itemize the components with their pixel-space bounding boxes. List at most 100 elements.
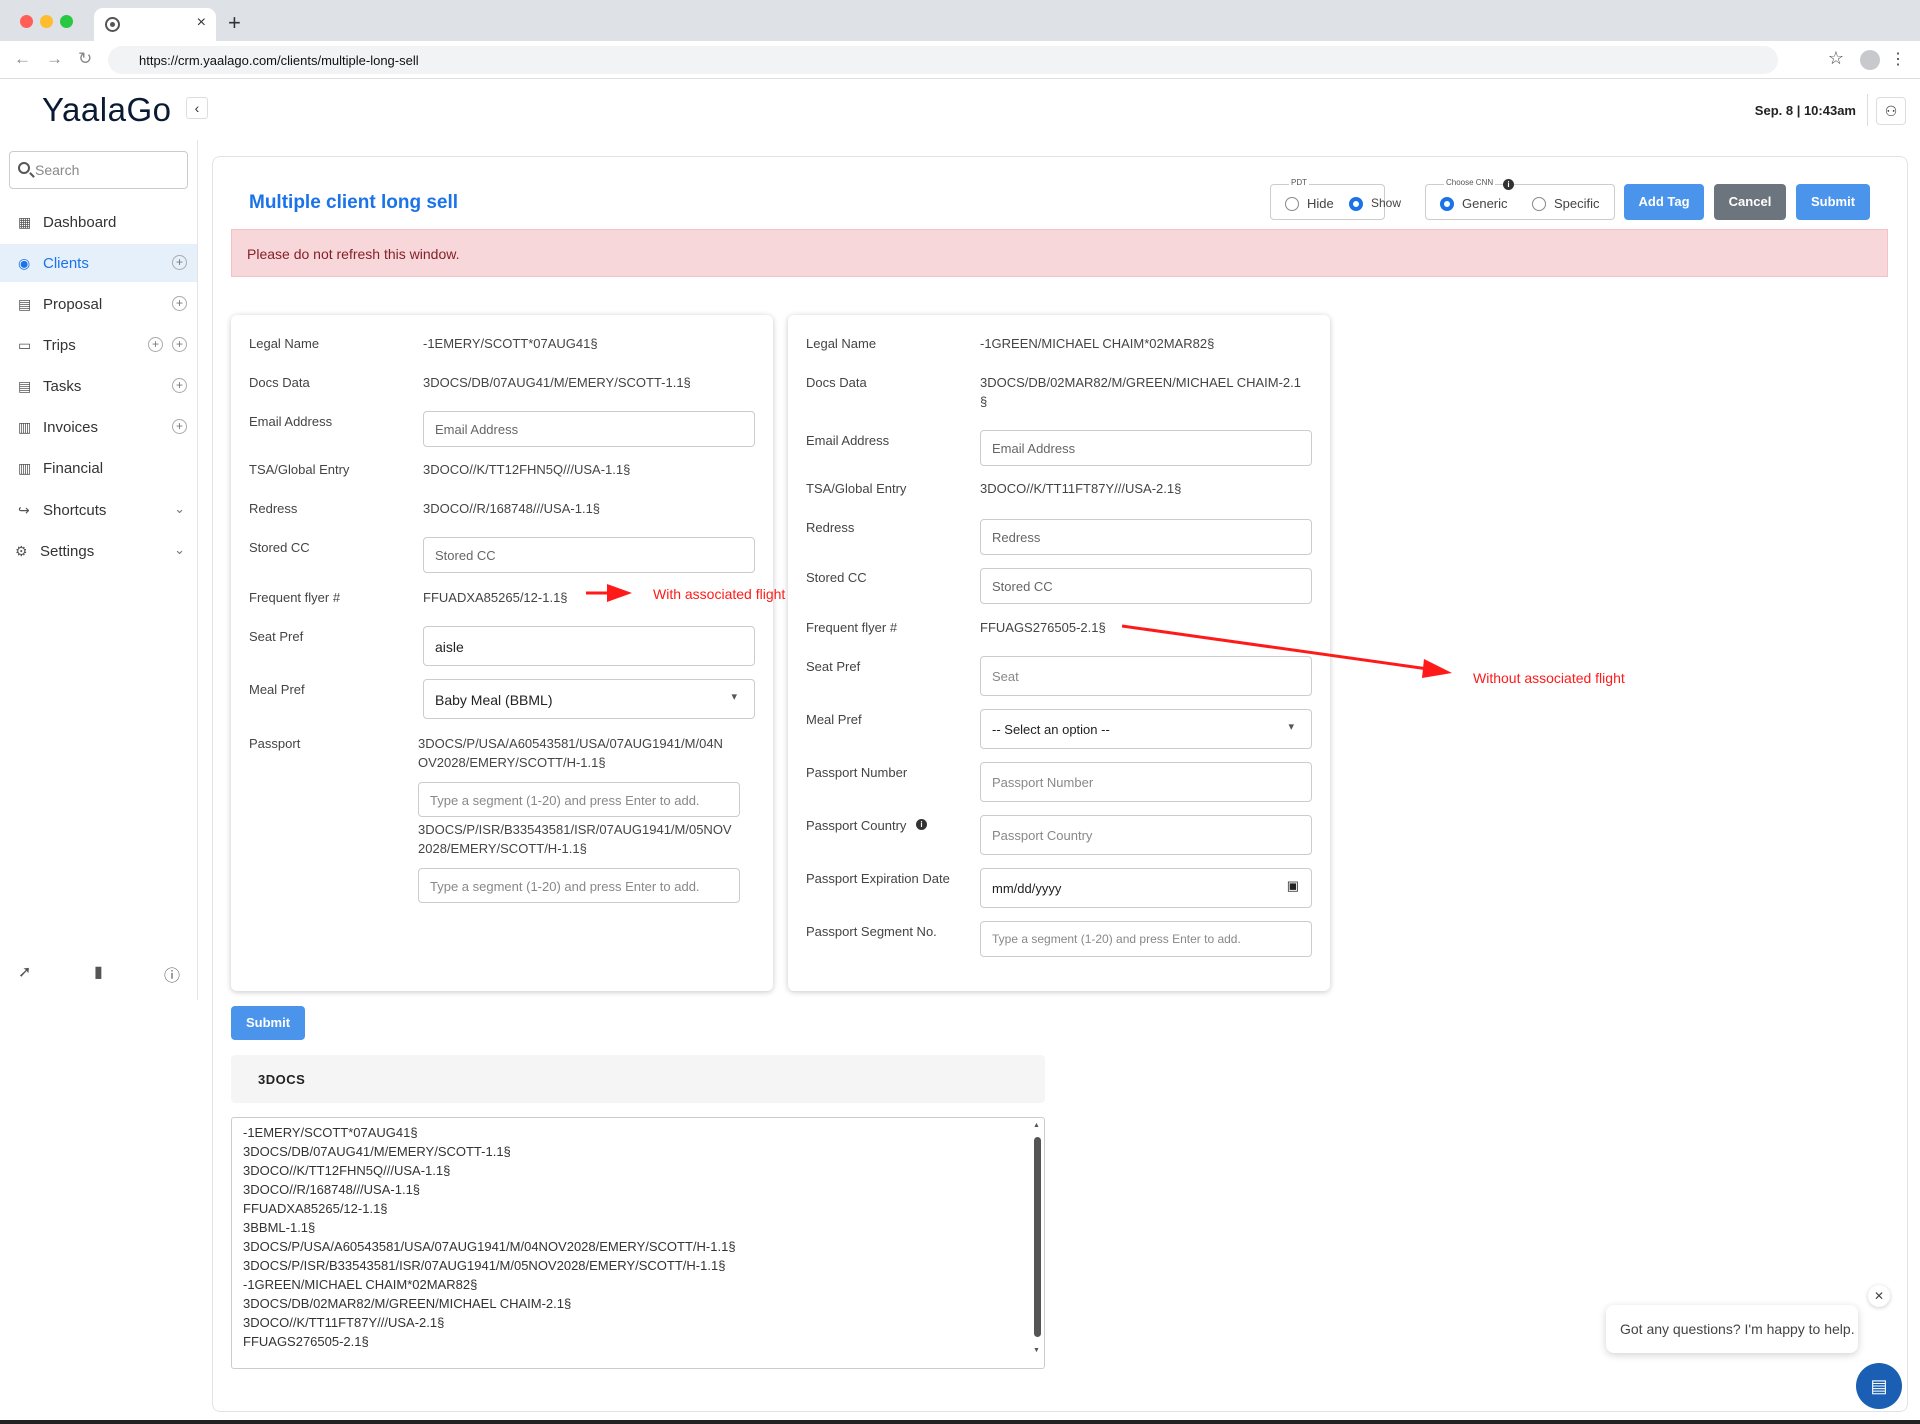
- close-window-dot[interactable]: [20, 15, 33, 28]
- submit-button[interactable]: Submit: [1796, 184, 1870, 220]
- sidebar-item-label: Clients: [43, 255, 89, 272]
- collapse-sidebar-button[interactable]: ‹: [186, 97, 208, 119]
- cnn-generic-radio[interactable]: [1440, 197, 1454, 211]
- passport-1-segment-field[interactable]: Type a segment (1-20) and press Enter to…: [418, 782, 740, 817]
- sidebar-item-tasks[interactable]: ▤ Tasks +: [0, 367, 197, 405]
- sidebar-item-clients[interactable]: ◉ Clients +: [0, 244, 197, 282]
- add-tag-button[interactable]: Add Tag: [1624, 184, 1704, 220]
- seat-pref-field[interactable]: aisle: [423, 626, 755, 666]
- search-placeholder: Search: [35, 162, 80, 178]
- page-title: Multiple client long sell: [249, 192, 459, 213]
- passport-number-field[interactable]: Passport Number: [980, 762, 1312, 802]
- add-client-icon[interactable]: +: [172, 255, 187, 270]
- sidebar-item-label: Trips: [43, 337, 76, 354]
- rocket-icon[interactable]: ➚: [18, 962, 31, 982]
- chat-close-icon[interactable]: ✕: [1868, 1285, 1890, 1307]
- passport-expiration-date-field[interactable]: mm/dd/yyyy: [980, 868, 1312, 908]
- sidebar-item-proposal[interactable]: ▤ Proposal +: [0, 285, 197, 323]
- add-trip-icon[interactable]: +: [148, 337, 163, 352]
- docs-line: -1EMERY/SCOTT*07AUG41§: [243, 1125, 418, 1140]
- scrollbar-thumb[interactable]: [1034, 1137, 1041, 1337]
- redress-field[interactable]: Redress: [980, 519, 1312, 555]
- sidebar-item-trips[interactable]: ▭ Trips + +: [0, 326, 197, 364]
- pdt-radio-group: PDT Hide Show: [1270, 178, 1401, 220]
- user-menu-button[interactable]: ⚇: [1876, 97, 1906, 125]
- browser-profile-icon[interactable]: [1860, 50, 1880, 70]
- pdt-hide-radio[interactable]: [1285, 197, 1299, 211]
- add-trip-alt-icon[interactable]: +: [172, 337, 187, 352]
- chat-launcher-button[interactable]: ▤: [1856, 1363, 1902, 1409]
- chat-prompt-bubble[interactable]: Got any questions? I'm happy to help.: [1606, 1305, 1858, 1353]
- sidebar-item-dashboard[interactable]: ▦ Dashboard: [0, 203, 197, 241]
- browser-tab[interactable]: ×: [94, 8, 216, 41]
- scroll-up-icon[interactable]: ▲: [1033, 1122, 1040, 1129]
- sidebar-item-invoices[interactable]: ▥ Invoices +: [0, 408, 197, 446]
- add-task-icon[interactable]: +: [172, 378, 187, 393]
- stored-cc-field[interactable]: Stored CC: [423, 537, 755, 573]
- email-label: Email Address: [806, 433, 890, 448]
- sidebar-item-label: Shortcuts: [43, 502, 107, 519]
- maximize-window-dot[interactable]: [60, 15, 73, 28]
- cnn-specific-radio[interactable]: [1532, 197, 1546, 211]
- docs-data-label: Docs Data: [249, 375, 310, 390]
- sidebar-item-label: Invoices: [43, 419, 99, 436]
- meal-pref-select[interactable]: -- Select an option --: [980, 709, 1312, 749]
- info-icon[interactable]: i: [1503, 179, 1514, 190]
- docs-data-value: 3DOCS/DB/07AUG41/M/EMERY/SCOTT-1.1§: [423, 375, 691, 390]
- redress-label: Redress: [249, 501, 298, 516]
- new-tab-icon[interactable]: +: [228, 10, 241, 36]
- cnn-legend: Choose CNN: [1444, 178, 1496, 187]
- frequent-flyer-label: Frequent flyer #: [806, 620, 898, 635]
- scroll-down-icon[interactable]: ▼: [1033, 1347, 1040, 1354]
- annotation-without-associated-flight: Without associated flight: [1473, 670, 1625, 686]
- email-field[interactable]: Email Address: [423, 411, 755, 447]
- info-icon[interactable]: i: [916, 819, 927, 830]
- passport-segment-label: Passport Segment No.: [806, 924, 937, 939]
- address-bar[interactable]: https://crm.yaalago.com/clients/multiple…: [108, 46, 1778, 74]
- docs-line: -1GREEN/MICHAEL CHAIM*02MAR82§: [243, 1277, 478, 1292]
- cnn-specific-label: Specific: [1554, 196, 1600, 211]
- sidebar-item-settings[interactable]: ⚙ Settings ⌄: [0, 532, 197, 570]
- tsa-value: 3DOCO//K/TT12FHN5Q///USA-1.1§: [423, 462, 631, 477]
- reload-icon[interactable]: ↻: [78, 49, 92, 69]
- passport-segment-field[interactable]: Type a segment (1-20) and press Enter to…: [980, 921, 1312, 957]
- docs-data-label: Docs Data: [806, 375, 867, 390]
- cancel-button[interactable]: Cancel: [1714, 184, 1786, 220]
- pdt-show-radio[interactable]: [1349, 197, 1363, 211]
- stored-cc-label: Stored CC: [249, 540, 310, 555]
- email-label: Email Address: [249, 414, 333, 429]
- sidebar-item-shortcuts[interactable]: ↪ Shortcuts ⌄: [0, 491, 197, 529]
- browser-tab-strip: × +: [0, 0, 1920, 41]
- app-logo[interactable]: YaalaGo: [42, 91, 171, 129]
- proposal-icon: ▤: [18, 296, 32, 312]
- forward-icon[interactable]: →: [46, 49, 63, 69]
- header-divider: [1867, 94, 1868, 126]
- docs-line: 3DOCS/DB/02MAR82/M/GREEN/MICHAEL CHAIM-2…: [243, 1296, 572, 1311]
- passport-country-field[interactable]: Passport Country: [980, 815, 1312, 855]
- email-field[interactable]: Email Address: [980, 430, 1312, 466]
- browser-menu-icon[interactable]: ⋮: [1890, 49, 1906, 69]
- docs-line: 3DOCO//K/TT12FHN5Q///USA-1.1§: [243, 1163, 451, 1178]
- sidebar-item-label: Financial: [43, 460, 104, 477]
- docs-output-textarea[interactable]: -1EMERY/SCOTT*07AUG41§ 3DOCS/DB/07AUG41/…: [231, 1117, 1045, 1369]
- tsa-label: TSA/Global Entry: [249, 462, 350, 477]
- meal-pref-select[interactable]: Baby Meal (BBML): [423, 679, 755, 719]
- chrome-favicon-icon: [105, 17, 120, 32]
- sidebar-item-financial[interactable]: ▥ Financial: [0, 449, 197, 487]
- help-icon[interactable]: ⓘ: [164, 962, 180, 986]
- submit-clients-button[interactable]: Submit: [231, 1006, 305, 1040]
- sidebar-search-input[interactable]: Search: [9, 151, 188, 189]
- stored-cc-field[interactable]: Stored CC: [980, 568, 1312, 604]
- tab-close-icon[interactable]: ×: [197, 14, 206, 32]
- back-icon[interactable]: ←: [14, 49, 31, 69]
- add-invoice-icon[interactable]: +: [172, 419, 187, 434]
- document-icon[interactable]: ▮: [94, 962, 103, 982]
- seat-pref-field[interactable]: Seat: [980, 656, 1312, 696]
- minimize-window-dot[interactable]: [40, 15, 53, 28]
- textarea-scrollbar[interactable]: ▲ ▼: [1033, 1122, 1042, 1364]
- redress-value: 3DOCO//R/168748///USA-1.1§: [423, 501, 601, 516]
- add-proposal-icon[interactable]: +: [172, 296, 187, 311]
- bookmark-star-icon[interactable]: ☆: [1828, 48, 1844, 69]
- passport-2-segment-field[interactable]: Type a segment (1-20) and press Enter to…: [418, 868, 740, 903]
- redress-label: Redress: [806, 520, 855, 535]
